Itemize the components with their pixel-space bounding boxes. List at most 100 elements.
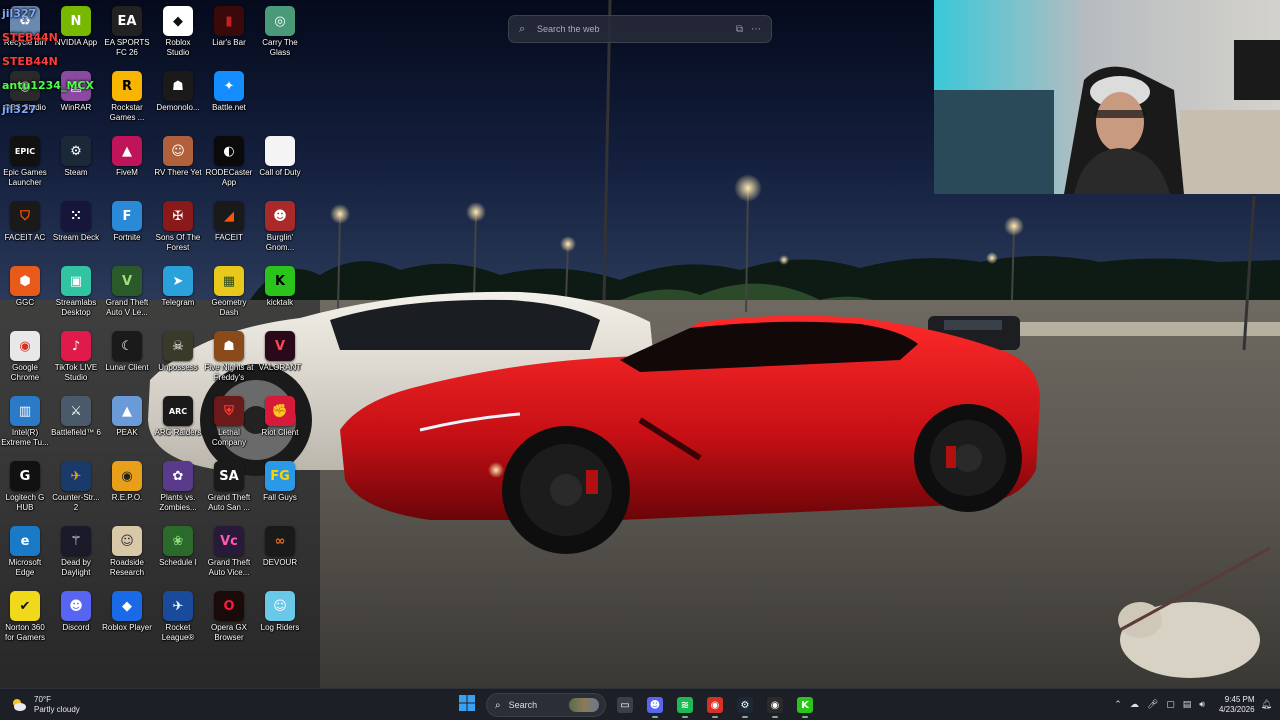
kick-taskbar-button[interactable]: K xyxy=(792,692,818,718)
desktop-icon-geometry-dash[interactable]: ▦ Geometry Dash xyxy=(204,266,254,318)
desktop-icon-cs2[interactable]: ✈ Counter-Str... 2 xyxy=(51,461,101,513)
chrome-taskbar-button[interactable]: ◉ xyxy=(702,692,728,718)
roblox-player-icon: ◆ xyxy=(112,591,142,621)
desktop-icon-file[interactable]: Call of Duty xyxy=(255,136,305,178)
gta5-icon: V xyxy=(112,266,142,296)
desktop-icon-riot-client[interactable]: ✊ Riot Client xyxy=(255,396,305,438)
desktop-icon-lethal-company[interactable]: ⛨ Lethal Company xyxy=(204,396,254,448)
steam-taskbar-button[interactable]: ⚙ xyxy=(732,692,758,718)
taskbar-search[interactable]: ⌕ Search xyxy=(486,693,606,717)
desktop-icon-repo[interactable]: ◉ R.E.P.O. xyxy=(102,461,152,503)
desktop-icon-gta-vice[interactable]: Vc Grand Theft Auto Vice... xyxy=(204,526,254,578)
desktop-icon-discord[interactable]: ☻ Discord xyxy=(51,591,101,633)
desktop-icon-telegram[interactable]: ➤ Telegram xyxy=(153,266,203,308)
desktop-icon-rodecaster[interactable]: ◐ RODECaster App xyxy=(204,136,254,188)
streamlabs-icon: ▣ xyxy=(61,266,91,296)
desktop-icon-rv-there-yet[interactable]: ☺ RV There Yet xyxy=(153,136,203,178)
desktop-icon-label: Grand Theft Auto V Le... xyxy=(105,298,149,317)
desktop-icon-gta5[interactable]: V Grand Theft Auto V Le... xyxy=(102,266,152,318)
volume-icon[interactable]: 🔊︎ xyxy=(1199,700,1205,710)
chevron-up-icon[interactable]: ⌃ xyxy=(1114,700,1122,710)
desktop-icon-rocket-league[interactable]: ✈ Rocket League® xyxy=(153,591,203,643)
desktop-icon-streamlabs[interactable]: ▣ Streamlabs Desktop xyxy=(51,266,101,318)
telegram-icon: ➤ xyxy=(163,266,193,296)
desktop-icon-unpossess[interactable]: ☠ Unpossess xyxy=(153,331,203,373)
desktop-icon-battlenet[interactable]: ✦ Battle.net xyxy=(204,71,254,113)
sons-forest-icon: ✠ xyxy=(163,201,193,231)
visual-search-icon[interactable]: ⧉ xyxy=(736,24,743,35)
desktop-icon-arc-raiders[interactable]: ARC ARC Raiders xyxy=(153,396,203,438)
desktop-icon-liars-bar[interactable]: ▮ Liar's Bar xyxy=(204,6,254,48)
desktop-icon-schedule-one[interactable]: ❀ Schedule I xyxy=(153,526,203,568)
obs-taskbar-button[interactable]: ◉ xyxy=(762,692,788,718)
desktop-icon-faceit-ac[interactable]: ⛉ FACEIT AC xyxy=(0,201,50,243)
desktop-icon-intel-xtu[interactable]: ▥ Intel(R) Extreme Tu... xyxy=(0,396,50,448)
logitech-ghub-icon: G xyxy=(10,461,40,491)
desktop-icon-label: R.E.P.O. xyxy=(111,493,143,502)
taskbar-clock[interactable]: 9:45 PM 4/23/2026 xyxy=(1219,695,1255,715)
dbd-icon: ⚚ xyxy=(61,526,91,556)
chat-message: jil327 xyxy=(2,98,152,122)
fnaf-icon: ☗ xyxy=(214,331,244,361)
more-icon[interactable]: ⋯ xyxy=(751,24,761,35)
desktop-icon-faceit[interactable]: ◢ FACEIT xyxy=(204,201,254,243)
desktop-icon-fall-guys[interactable]: FG Fall Guys xyxy=(255,461,305,503)
discord-taskbar-icon: ☻ xyxy=(647,697,663,713)
search-input[interactable] xyxy=(537,24,728,34)
desktop-icon-label: Microsoft Edge xyxy=(8,558,42,577)
gta-sa-icon: SA xyxy=(214,461,244,491)
search-icon: ⌕ xyxy=(495,699,501,711)
desktop-icon-label: Grand Theft Auto Vice... xyxy=(207,558,251,577)
desktop-icon-label: Grand Theft Auto San ... xyxy=(207,493,251,512)
desktop-icon-pvz[interactable]: ✿ Plants vs. Zombies... xyxy=(153,461,203,513)
desktop-icon-fortnite[interactable]: F Fortnite xyxy=(102,201,152,243)
network-icon[interactable]: ▤ xyxy=(1183,700,1192,710)
notification-bell-icon[interactable]: 🔔︎ xyxy=(1261,700,1272,710)
desktop-icon-ggc[interactable]: ⬢ GGC xyxy=(0,266,50,308)
desktop-icon-gta-sa[interactable]: SA Grand Theft Auto San ... xyxy=(204,461,254,513)
task-view-button[interactable]: ▭ xyxy=(612,692,638,718)
speakers-icon[interactable]: ▢ xyxy=(1166,700,1175,710)
webcam-feed xyxy=(934,0,1280,194)
desktop-icon-fnaf[interactable]: ☗ Five Nights at Freddy's xyxy=(204,331,254,383)
desktop-icon-label: FACEIT AC xyxy=(4,233,46,242)
desktop-icon-kicktalk[interactable]: Kkicktalk xyxy=(255,266,305,308)
desktop-icon-fivem[interactable]: ▲ FiveM xyxy=(102,136,152,178)
desktop-icon-battlefield[interactable]: ⚔ Battlefield™ 6 xyxy=(51,396,101,438)
desktop-icon-peak[interactable]: ▲ PEAK xyxy=(102,396,152,438)
desktop-icon-sons-forest[interactable]: ✠ Sons Of The Forest xyxy=(153,201,203,253)
desktop-icon-steam[interactable]: ⚙ Steam xyxy=(51,136,101,178)
desktop-icon-logitech-ghub[interactable]: G Logitech G HUB xyxy=(0,461,50,513)
search-highlight-image xyxy=(569,698,599,712)
desktop-icon-epic-games[interactable]: EPIC Epic Games Launcher xyxy=(0,136,50,188)
desktop-icon-burglin-gnomes[interactable]: ☻ Burglin' Gnom... xyxy=(255,201,305,253)
desktop-icon-devour[interactable]: ∞ DEVOUR xyxy=(255,526,305,568)
repo-icon: ◉ xyxy=(112,461,142,491)
desktop-icon-roadside-research[interactable]: ☺ Roadside Research xyxy=(102,526,152,578)
spotify-taskbar-button[interactable]: ≋ xyxy=(672,692,698,718)
start-button[interactable] xyxy=(454,692,480,718)
desktop-icon-label: Fortnite xyxy=(113,233,141,242)
desktop-icon-roblox-studio[interactable]: ◆ Roblox Studio xyxy=(153,6,203,58)
onedrive-icon[interactable]: ☁ xyxy=(1130,700,1139,710)
desktop-icon-norton[interactable]: ✔ Norton 360 for Gamers xyxy=(0,591,50,643)
desktop-web-search[interactable]: ⌕ ⧉ ⋯ xyxy=(508,15,772,43)
weather-widget[interactable]: 70°F Partly cloudy xyxy=(10,693,80,717)
desktop-icon-stream-deck[interactable]: ⁙ Stream Deck xyxy=(51,201,101,243)
desktop-icon-label: Schedule I xyxy=(159,558,197,567)
desktop-icon-carry-glass[interactable]: ◎ Carry The Glass xyxy=(255,6,305,58)
desktop-icon-valorant[interactable]: V VALORANT xyxy=(255,331,305,373)
desktop-icon-label: FiveM xyxy=(116,168,138,177)
discord-taskbar-button[interactable]: ☻ xyxy=(642,692,668,718)
desktop-icon-opera-gx[interactable]: O Opera GX Browser xyxy=(204,591,254,643)
desktop-icon-log-riders[interactable]: ☺ Log Riders xyxy=(255,591,305,633)
taskbar-search-label: Search xyxy=(508,700,538,710)
desktop-icon-dbd[interactable]: ⚚ Dead by Daylight xyxy=(51,526,101,578)
desktop-icon-chrome[interactable]: ◉ Google Chrome xyxy=(0,331,50,383)
microphone-icon[interactable]: 🎤︎ xyxy=(1147,700,1158,710)
desktop-icon-edge[interactable]: e Microsoft Edge xyxy=(0,526,50,578)
desktop-icon-tiktok-live[interactable]: ♪ TikTok LIVE Studio xyxy=(51,331,101,383)
desktop-icon-lunar-client[interactable]: ☾ Lunar Client xyxy=(102,331,152,373)
desktop-icon-roblox-player[interactable]: ◆ Roblox Player xyxy=(102,591,152,633)
desktop-icon-demonologist[interactable]: ☗ Demonolo... xyxy=(153,71,203,113)
